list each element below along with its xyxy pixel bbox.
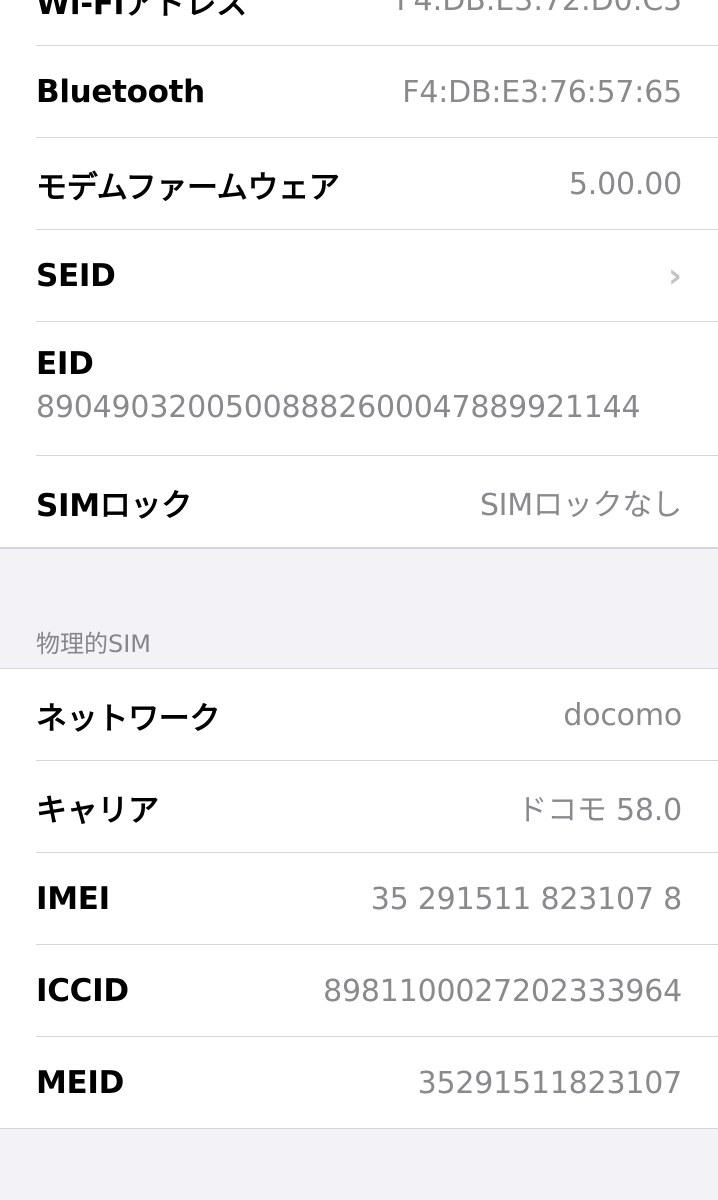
carrier-label: キャリア [36, 792, 159, 829]
device-info-group: Wi-Fiアドレス F4:DB:E3:72:D0:C5 Bluetooth F4… [0, 0, 718, 548]
wifi-address-label: Wi-Fiアドレス [36, 0, 247, 22]
eid-label: EID [36, 346, 94, 382]
sim-lock-value: SIMロックなし [479, 488, 682, 523]
meid-value: 35291511823107 [417, 1065, 683, 1101]
wifi-address-value: F4:DB:E3:72:D0:C5 [396, 0, 682, 18]
carrier-value: ドコモ 58.0 [517, 793, 682, 828]
row-meid: MEID 35291511823107 [0, 1037, 718, 1129]
row-wifi-address: Wi-Fiアドレス F4:DB:E3:72:D0:C5 [0, 0, 718, 46]
meid-label: MEID [36, 1065, 125, 1101]
chevron-right-icon: › [667, 256, 682, 296]
modem-firmware-value: 5.00.00 [568, 166, 682, 202]
row-modem-firmware: モデムファームウェア 5.00.00 [0, 138, 718, 230]
bluetooth-value: F4:DB:E3:76:57:65 [402, 74, 682, 110]
row-imei: IMEI 35 291511 823107 8 [0, 853, 718, 945]
bluetooth-label: Bluetooth [36, 74, 205, 110]
row-sim-lock: SIMロック SIMロックなし [0, 456, 718, 548]
sim-lock-label: SIMロック [36, 487, 192, 524]
physical-sim-section-header: 物理的SIM [0, 624, 718, 668]
row-carrier: キャリア ドコモ 58.0 [0, 761, 718, 853]
section-spacer [0, 548, 718, 624]
eid-value: 89049032005008882600047889921144 [36, 390, 641, 425]
row-network: ネットワーク docomo [0, 669, 718, 761]
imei-label: IMEI [36, 881, 110, 917]
row-bluetooth: Bluetooth F4:DB:E3:76:57:65 [0, 46, 718, 138]
seid-label: SEID [36, 258, 116, 294]
network-label: ネットワーク [36, 700, 221, 737]
imei-value: 35 291511 823107 8 [370, 881, 683, 917]
network-value: docomo [563, 697, 682, 733]
row-seid[interactable]: SEID › [0, 230, 718, 322]
row-eid: EID 89049032005008882600047889921144 [0, 322, 718, 456]
modem-firmware-label: モデムファームウェア [36, 169, 340, 206]
row-iccid: ICCID 8981100027202333964 [0, 945, 718, 1037]
physical-sim-group: ネットワーク docomo キャリア ドコモ 58.0 IMEI 35 2915… [0, 668, 718, 1129]
physical-sim-header-text: 物理的SIM [36, 630, 152, 658]
iccid-value: 8981100027202333964 [323, 973, 682, 1009]
iccid-label: ICCID [36, 973, 129, 1009]
